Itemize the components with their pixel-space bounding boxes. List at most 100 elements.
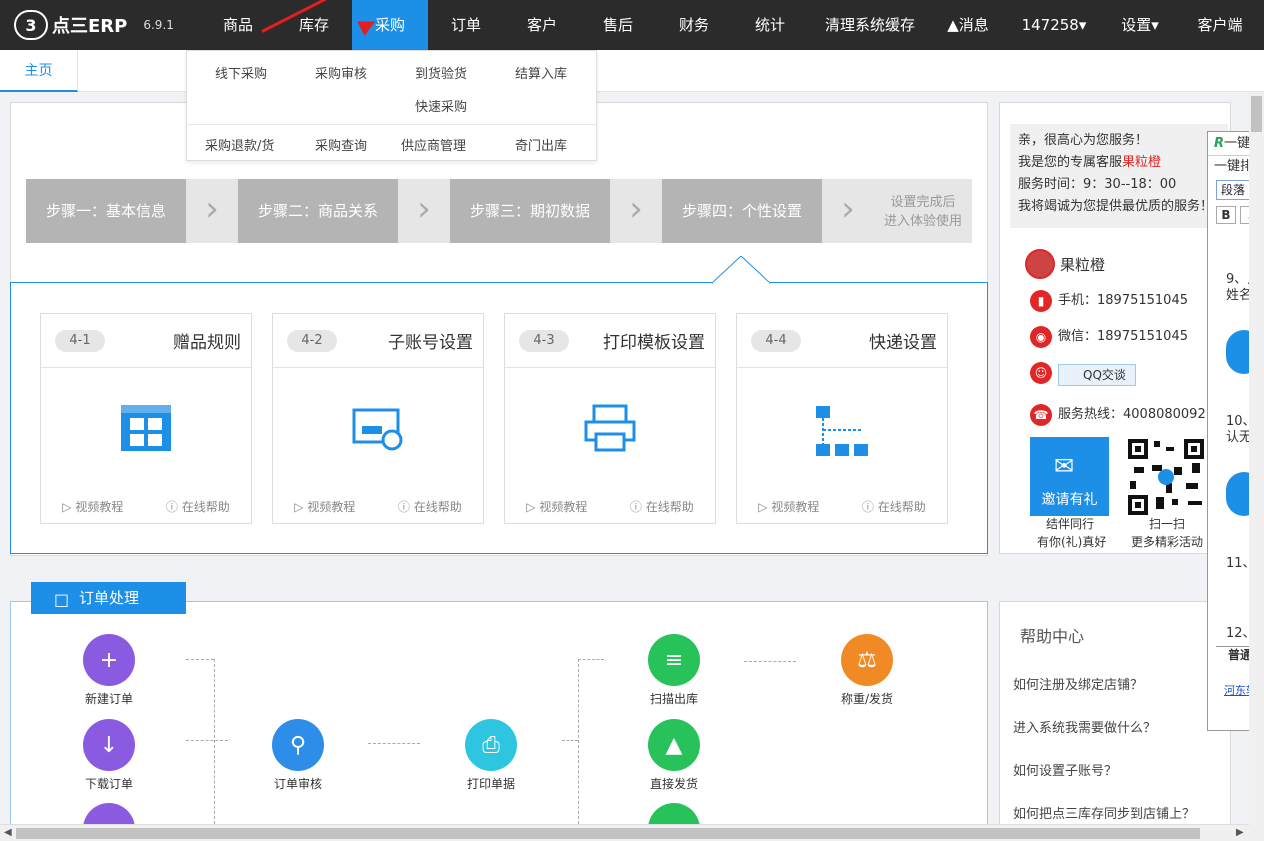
nav-account[interactable]: 147258▾ bbox=[1014, 0, 1094, 50]
help-link-sync-stock[interactable]: 如何把点三库存同步到店铺上？ bbox=[1013, 803, 1195, 822]
video-tutorial-link[interactable]: ▷ 视频教程 bbox=[62, 498, 123, 515]
menu-purchase-refund[interactable]: 采购退款/货 bbox=[205, 135, 274, 154]
menu-offline-purchase[interactable]: 线下采购 bbox=[215, 63, 267, 82]
agent-name-highlight: 果粒橙 bbox=[1122, 155, 1162, 170]
help-link-getting-started[interactable]: 进入系统我需要做什么？ bbox=[1013, 717, 1156, 736]
qr-caption1: 扫一扫 bbox=[1149, 517, 1186, 531]
step-3[interactable]: 步骤三：期初数据 bbox=[450, 179, 610, 243]
hotline-icon: ☎ bbox=[1030, 404, 1052, 426]
flow-download-order[interactable]: ↓ 下载订单 bbox=[64, 719, 154, 792]
video-tutorial-link[interactable]: ▷ 视频教程 bbox=[526, 498, 587, 515]
flow-connector bbox=[186, 659, 214, 660]
step-2[interactable]: 步骤二：商品关系 bbox=[238, 179, 398, 243]
online-help-label: 在线帮助 bbox=[181, 500, 230, 514]
flow-connector bbox=[214, 659, 215, 829]
grid-icon bbox=[41, 404, 251, 456]
new-order-icon: + bbox=[83, 634, 135, 686]
caret-down-icon: ▾ bbox=[1151, 16, 1159, 34]
video-tutorial-label: 视频教程 bbox=[539, 500, 588, 514]
menu-purchase-review[interactable]: 采购审核 bbox=[315, 63, 367, 82]
tab-home[interactable]: 主页 bbox=[0, 50, 78, 92]
online-help-label: 在线帮助 bbox=[877, 500, 926, 514]
qq-chat-label: QQ交谈 bbox=[1083, 368, 1126, 382]
menu-qimen-outbound[interactable]: 奇门出库 bbox=[515, 135, 567, 154]
scroll-right-icon[interactable]: ▶ bbox=[1236, 827, 1244, 838]
bell-icon: ▲ bbox=[947, 16, 959, 34]
step-finish[interactable]: 设置完成后 进入体验使用 bbox=[874, 179, 972, 243]
qq-chat-button[interactable]: QQ交谈 bbox=[1058, 364, 1136, 386]
chevron-right-icon: › bbox=[186, 179, 238, 243]
nav-goods[interactable]: 商品 bbox=[200, 0, 276, 50]
nav-aftersales[interactable]: 售后 bbox=[580, 0, 656, 50]
menu-quick-purchase[interactable]: 快速采购 bbox=[415, 96, 467, 115]
help-link-register[interactable]: 如何注册及绑定店铺？ bbox=[1013, 674, 1143, 693]
play-icon: ▷ bbox=[526, 500, 540, 514]
service-promise: 我将竭诚为您提供最优质的服务！ bbox=[1018, 199, 1214, 214]
card-gift-rules[interactable]: 4-1 赠品规则 ▷ 视频教程 ⓘ 在线帮助 bbox=[40, 313, 252, 524]
flow-direct-ship[interactable]: ▲ 直接发货 bbox=[629, 719, 719, 792]
bold-icon[interactable]: B bbox=[1216, 206, 1236, 224]
flow-scan-outbound[interactable]: ≡ 扫描出库 bbox=[629, 634, 719, 707]
invite-caption1: 结伴同行 bbox=[1046, 517, 1095, 531]
flow-order-review[interactable]: ⚲ 订单审核 bbox=[253, 719, 343, 792]
online-help-link[interactable]: ⓘ 在线帮助 bbox=[630, 498, 694, 515]
nav-inventory[interactable]: 库存 bbox=[276, 0, 352, 50]
question-icon: ⓘ bbox=[165, 500, 182, 514]
question-icon: ⓘ bbox=[397, 500, 414, 514]
app-logo[interactable]: 3 点三ERP 6.9.1 bbox=[14, 10, 174, 40]
video-tutorial-link[interactable]: ▷ 视频教程 bbox=[294, 498, 355, 515]
flow-arrow bbox=[368, 743, 420, 744]
setup-steps: 步骤一：基本信息 › 步骤二：商品关系 › 步骤三：期初数据 › 步骤四：个性设… bbox=[26, 179, 972, 243]
video-tutorial-label: 视频教程 bbox=[75, 500, 124, 514]
app-r-icon: R bbox=[1214, 136, 1225, 151]
nav-clear-cache[interactable]: 清理系统缓存 bbox=[814, 0, 926, 50]
nav-orders[interactable]: 订单 bbox=[428, 0, 504, 50]
play-icon: ▷ bbox=[62, 500, 76, 514]
help-link-sub-account[interactable]: 如何设置子账号？ bbox=[1013, 760, 1117, 779]
menu-purchase-query[interactable]: 采购查询 bbox=[315, 135, 367, 154]
purchase-dropdown-menu: 线下采购 采购审核 到货验货 结算入库 快速采购 采购退款/货 采购查询 供应商… bbox=[186, 50, 597, 161]
step-finish-line1: 设置完成后 bbox=[890, 195, 956, 210]
nav-finance[interactable]: 财务 bbox=[656, 0, 732, 50]
nav-customers[interactable]: 客户 bbox=[504, 0, 580, 50]
flow-new-order[interactable]: + 新建订单 bbox=[64, 634, 154, 707]
nav-statistics[interactable]: 统计 bbox=[732, 0, 808, 50]
card-title: 打印模板设置 bbox=[603, 333, 705, 353]
flow-print-documents[interactable]: ⎙ 打印单据 bbox=[446, 719, 536, 792]
online-help-link[interactable]: ⓘ 在线帮助 bbox=[398, 498, 462, 515]
card-print-templates[interactable]: 4-3 打印模板设置 ▷ 视频教程 ⓘ 在线帮助 bbox=[504, 313, 716, 524]
nav-client[interactable]: 客户端 bbox=[1184, 0, 1256, 50]
play-icon: ▷ bbox=[758, 500, 772, 514]
online-help-link[interactable]: ⓘ 在线帮助 bbox=[862, 498, 926, 515]
horizontal-scroll-thumb[interactable] bbox=[16, 828, 1200, 839]
nav-messages[interactable]: ▲消息 bbox=[940, 0, 996, 50]
online-help-link[interactable]: ⓘ 在线帮助 bbox=[166, 498, 230, 515]
menu-divider bbox=[187, 124, 596, 125]
nav-settings[interactable]: 设置▾ bbox=[1110, 0, 1170, 50]
step-finish-line2: 进入体验使用 bbox=[883, 214, 962, 229]
step-4[interactable]: 步骤四：个性设置 bbox=[662, 179, 822, 243]
card-express-settings[interactable]: 4-4 快递设置 ▷ 视频教程 ⓘ 在线帮助 bbox=[736, 313, 948, 524]
vertical-scroll-thumb[interactable] bbox=[1251, 96, 1262, 132]
scroll-left-icon[interactable]: ◀ bbox=[4, 827, 12, 838]
flow-label: 直接发货 bbox=[649, 777, 698, 791]
flow-weigh-ship[interactable]: ⚖ 称重/发货 bbox=[822, 634, 912, 707]
flow-label: 下载订单 bbox=[84, 777, 133, 791]
wechat-icon: ◉ bbox=[1030, 326, 1052, 348]
menu-arrival-inspection[interactable]: 到货验货 bbox=[415, 63, 467, 82]
vertical-scrollbar[interactable] bbox=[1249, 92, 1264, 841]
horizontal-scrollbar[interactable]: ◀ ▶ bbox=[0, 824, 1249, 841]
app-version: 6.9.1 bbox=[143, 18, 174, 32]
printer-icon: ⎙ bbox=[465, 719, 517, 771]
pointer-caret bbox=[712, 256, 770, 284]
video-tutorial-label: 视频教程 bbox=[307, 500, 356, 514]
menu-settle-stockin[interactable]: 结算入库 bbox=[515, 63, 567, 82]
clipboard-icon: □ bbox=[54, 590, 70, 609]
menu-supplier-management[interactable]: 供应商管理 bbox=[401, 135, 466, 154]
invite-label: 邀请有礼 bbox=[1041, 492, 1098, 508]
step-1[interactable]: 步骤一：基本信息 bbox=[26, 179, 186, 243]
video-tutorial-link[interactable]: ▷ 视频教程 bbox=[758, 498, 819, 515]
cart-icon: ▲ bbox=[648, 719, 700, 771]
chevron-right-icon: › bbox=[822, 179, 874, 243]
card-sub-accounts[interactable]: 4-2 子账号设置 ▷ 视频教程 ⓘ 在线帮助 bbox=[272, 313, 484, 524]
